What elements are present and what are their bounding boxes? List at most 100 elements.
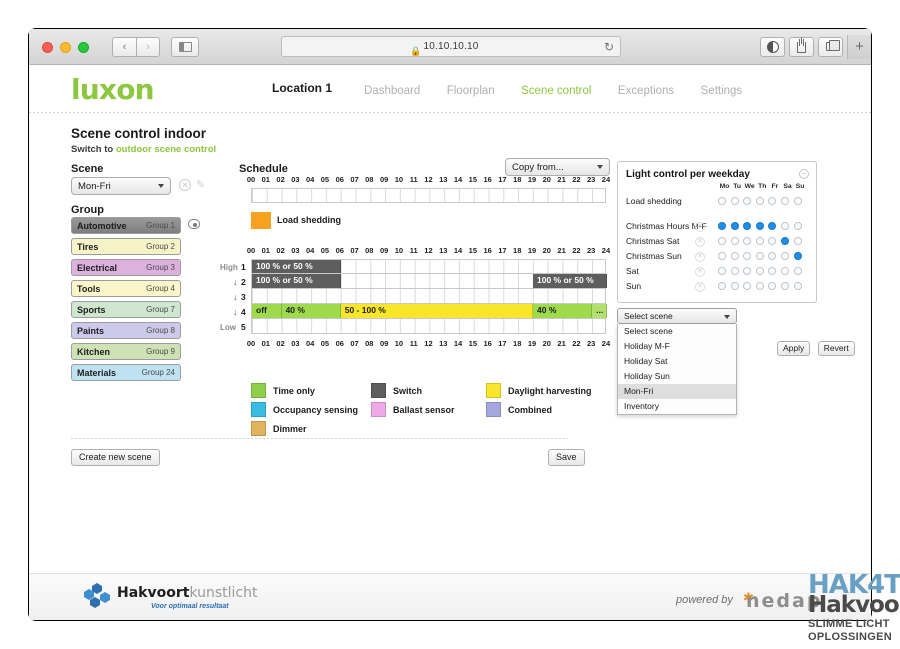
eye-icon[interactable] xyxy=(188,219,200,229)
weekday-toggle[interactable] xyxy=(781,252,789,260)
nav-floorplan[interactable]: Floorplan xyxy=(447,85,495,97)
close-circle-icon[interactable]: ✕ xyxy=(695,237,705,247)
weekday-toggle[interactable] xyxy=(743,282,752,290)
schedule-block[interactable]: 50 - 100 % xyxy=(340,304,533,318)
close-circle-icon[interactable]: ✕ xyxy=(695,267,705,277)
back-button[interactable]: ‹ xyxy=(112,37,136,57)
weekday-toggle[interactable] xyxy=(768,282,777,290)
weekday-toggle[interactable] xyxy=(781,237,789,245)
nav-dashboard[interactable]: Dashboard xyxy=(364,85,420,97)
schedule-row[interactable] xyxy=(251,289,606,304)
scene-picker-option[interactable]: Inventory xyxy=(618,399,736,414)
scene-picker-dropdown[interactable]: Select scene Holiday M-F Holiday Sat Holida… xyxy=(617,324,737,415)
share-icon[interactable] xyxy=(789,37,814,57)
weekday-toggle[interactable] xyxy=(730,282,739,290)
address-bar[interactable]: 🔒 10.10.10.10 ↻ xyxy=(281,36,621,57)
nav-scene-control[interactable]: Scene control xyxy=(521,85,591,97)
group-item[interactable]: Materials Group 24 xyxy=(71,364,181,381)
light-control-row[interactable]: Christmas Hours M-F ✕ xyxy=(618,220,818,235)
light-control-row[interactable]: Load shedding xyxy=(618,195,818,210)
tab-overview-icon[interactable] xyxy=(818,37,843,57)
nav-exceptions[interactable]: Exceptions xyxy=(618,85,674,97)
schedule-block[interactable]: 100 % or 50 % xyxy=(252,274,341,288)
copy-from-select[interactable]: Copy from... xyxy=(505,158,610,176)
weekday-toggle[interactable] xyxy=(743,252,752,260)
weekday-toggle[interactable] xyxy=(743,237,752,245)
light-control-row[interactable]: Sun ✕ xyxy=(618,280,818,295)
save-button[interactable]: Save xyxy=(548,449,585,466)
weekday-toggle[interactable] xyxy=(755,222,764,230)
weekday-toggle[interactable] xyxy=(768,222,777,230)
weekday-toggle[interactable] xyxy=(793,252,802,260)
weekday-toggle[interactable] xyxy=(718,222,726,230)
schedule-row[interactable]: off 40 % 50 - 100 % 40 %... xyxy=(251,304,607,319)
schedule-block[interactable]: ... xyxy=(592,304,607,318)
revert-button[interactable]: Revert xyxy=(817,341,855,356)
close-circle-icon[interactable]: ✕ xyxy=(695,222,705,232)
scene-picker-select[interactable]: Select scene xyxy=(617,308,737,324)
new-tab-button[interactable]: + xyxy=(847,35,871,59)
weekday-toggle[interactable] xyxy=(781,267,789,275)
scene-picker-option[interactable]: Select scene xyxy=(618,324,736,339)
window-close-button[interactable] xyxy=(42,42,53,53)
schedule-row[interactable]: 100 % or 50 % xyxy=(251,259,606,274)
outdoor-scene-control-link[interactable]: outdoor scene control xyxy=(116,144,216,155)
reader-icon[interactable] xyxy=(760,37,785,57)
weekday-toggle[interactable] xyxy=(755,267,764,275)
weekday-toggle[interactable] xyxy=(793,222,802,230)
apply-button[interactable]: Apply xyxy=(777,341,811,356)
weekday-toggle[interactable] xyxy=(768,197,777,205)
schedule-block[interactable]: off xyxy=(252,304,282,318)
weekday-toggle[interactable] xyxy=(718,267,726,275)
reload-icon[interactable]: ↻ xyxy=(604,40,614,54)
weekday-toggle[interactable] xyxy=(781,282,789,290)
weekday-toggle[interactable] xyxy=(793,237,802,245)
minus-circle-icon[interactable]: − xyxy=(799,169,809,179)
close-circle-icon[interactable]: ✕ xyxy=(695,282,705,292)
weekday-toggle[interactable] xyxy=(730,252,739,260)
weekday-toggle[interactable] xyxy=(768,252,777,260)
weekday-toggle[interactable] xyxy=(718,252,726,260)
weekday-toggle[interactable] xyxy=(743,267,752,275)
weekday-toggle[interactable] xyxy=(743,197,752,205)
weekday-toggle[interactable] xyxy=(755,282,764,290)
close-circle-icon[interactable]: ✕ xyxy=(695,252,705,262)
group-item[interactable]: Kitchen Group 9 xyxy=(71,343,181,360)
scene-picker-option[interactable]: Mon-Fri xyxy=(618,384,736,399)
weekday-toggle[interactable] xyxy=(755,197,764,205)
window-maximize-button[interactable] xyxy=(78,42,89,53)
group-item[interactable]: Sports Group 7 xyxy=(71,301,181,318)
weekday-toggle[interactable] xyxy=(718,282,726,290)
light-control-row[interactable]: Sat ✕ xyxy=(618,265,818,280)
weekday-toggle[interactable] xyxy=(768,237,777,245)
group-item[interactable]: Automotive Group 1 xyxy=(71,217,181,234)
weekday-toggle[interactable] xyxy=(781,197,789,205)
weekday-toggle[interactable] xyxy=(793,197,802,205)
weekday-toggle[interactable] xyxy=(755,252,764,260)
weekday-toggle[interactable] xyxy=(718,197,726,205)
weekday-toggle[interactable] xyxy=(730,237,739,245)
weekday-toggle[interactable] xyxy=(718,237,726,245)
weekday-toggle[interactable] xyxy=(781,222,789,230)
weekday-toggle[interactable] xyxy=(730,222,739,230)
weekday-toggle[interactable] xyxy=(755,237,764,245)
group-item[interactable]: Tools Group 4 xyxy=(71,280,181,297)
scene-select[interactable]: Mon-Fri xyxy=(71,177,171,195)
weekday-toggle[interactable] xyxy=(730,197,739,205)
schedule-row[interactable]: 100 % or 50 % 100 % or 50 % xyxy=(251,274,607,289)
weekday-toggle[interactable] xyxy=(768,267,777,275)
scene-picker-option[interactable]: Holiday M-F xyxy=(618,339,736,354)
group-item[interactable]: Tires Group 2 xyxy=(71,238,181,255)
group-item[interactable]: Paints Group 8 xyxy=(71,322,181,339)
group-item[interactable]: Electrical Group 3 xyxy=(71,259,181,276)
scene-picker-option[interactable]: Holiday Sat xyxy=(618,354,736,369)
forward-button[interactable]: › xyxy=(136,37,160,57)
weekday-toggle[interactable] xyxy=(743,222,752,230)
schedule-block[interactable]: 40 % xyxy=(533,304,593,318)
light-control-row[interactable]: Christmas Sat ✕ xyxy=(618,235,818,250)
schedule-block[interactable]: 40 % xyxy=(281,304,341,318)
schedule-block[interactable]: 100 % or 50 % xyxy=(252,260,341,273)
schedule-block[interactable]: 100 % or 50 % xyxy=(533,274,607,288)
weekday-toggle[interactable] xyxy=(730,267,739,275)
pencil-icon[interactable]: ✎ xyxy=(196,178,205,191)
